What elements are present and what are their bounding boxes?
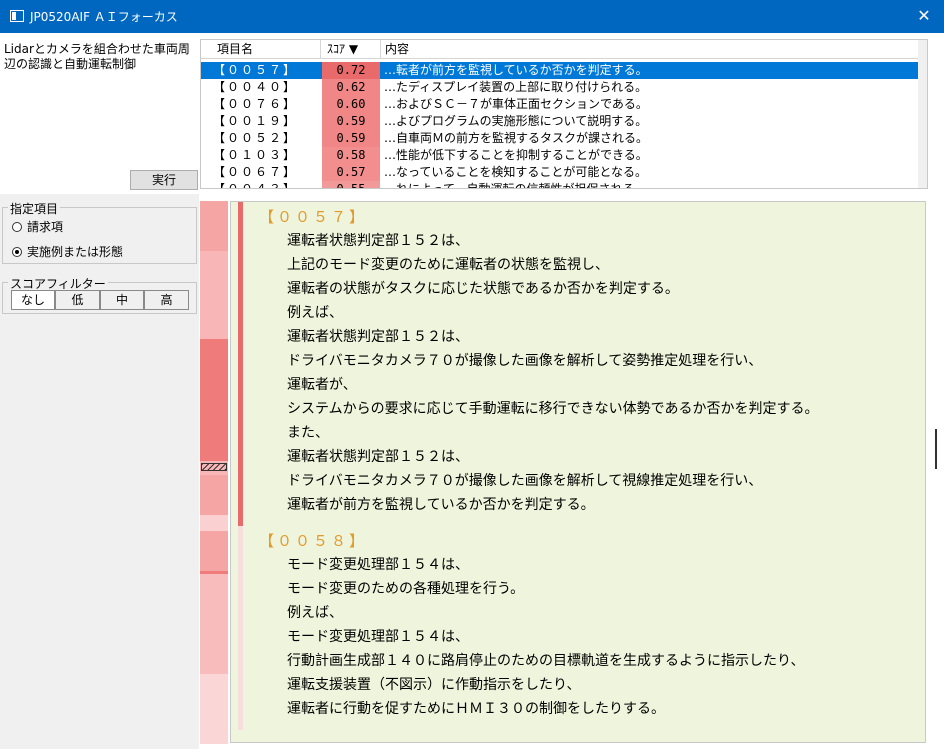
paragraph-line: 運転支援装置（不図示）に作動指示をしたり、 bbox=[287, 677, 581, 693]
paragraph-line: モード変更のための各種処理を行う。 bbox=[287, 581, 525, 597]
row-content: …なっていることを検知することが可能となる。 bbox=[384, 165, 648, 179]
paragraph-line: システムからの要求に応じて手動運転に移行できない体勢であるか否かを判定する。 bbox=[287, 401, 819, 417]
radio-embodiment-dot[interactable] bbox=[12, 247, 22, 257]
row-item-id: 【０１０３】 bbox=[213, 148, 298, 162]
list-row[interactable]: 【００５２】 0.59 …自車両Ｍの前方を監視するタスクが課される。 bbox=[201, 130, 919, 147]
left-panel: 指定項目 請求項 実施例または形態 スコアフィルター なし 低 中 高 bbox=[0, 194, 199, 749]
row-score: 0.57 bbox=[322, 164, 380, 181]
heatmap-position-marker[interactable] bbox=[201, 463, 227, 471]
title-bar: JP0520AIF ＡＩフォーカス ✕ bbox=[0, 0, 944, 33]
paragraph-score-bar bbox=[238, 202, 243, 526]
paragraph-line: 運転者状態判定部１５２は、 bbox=[287, 329, 469, 345]
radio-claims-dot[interactable] bbox=[12, 222, 22, 232]
list-row[interactable]: 【０１０３】 0.58 …性能が低下することを抑制することができる。 bbox=[201, 147, 919, 164]
row-score: 0.59 bbox=[322, 113, 380, 130]
list-row[interactable]: 【００４０】 0.62 …たディスプレイ装置の上部に取り付けられる。 bbox=[201, 79, 919, 96]
paragraph-line: 運転者状態判定部１５２は、 bbox=[287, 233, 469, 249]
paragraph-score-bar bbox=[238, 526, 243, 730]
row-content: …性能が低下することを抑制することができる。 bbox=[384, 148, 648, 162]
window-title: JP0520AIF ＡＩフォーカス bbox=[30, 10, 178, 24]
row-score: 0.59 bbox=[322, 130, 380, 147]
app-icon bbox=[10, 10, 24, 22]
paragraph-line: ドライバモニタカメラ７０が撮像した画像を解析して視線推定処理を行い、 bbox=[287, 473, 763, 489]
score-heatmap-bar[interactable] bbox=[200, 201, 228, 744]
paragraph-line: モード変更処理部１５４は、 bbox=[287, 557, 469, 573]
spec-group-title: 指定項目 bbox=[8, 200, 61, 217]
result-list[interactable]: 項目名 ｽｺｱ ▼ 内容 【００５７】 0.72 …転者が前方を監視しているか否かを… bbox=[200, 39, 928, 189]
document-view[interactable]: 【００５７】 運転者状態判定部１５２は、 上記のモード変更のために運転者の状態を監視… bbox=[230, 201, 926, 743]
list-scrollbar[interactable] bbox=[918, 40, 927, 188]
list-row[interactable]: 【００６７】 0.57 …なっていることを検知することが可能となる。 bbox=[201, 164, 919, 181]
row-content: …およびＳＣ－７が車体正面セクションである。 bbox=[384, 97, 648, 111]
row-score: 0.72 bbox=[322, 62, 380, 79]
document-scrollbar[interactable] bbox=[928, 201, 944, 743]
paragraph-line: 運転者に行動を促すためにＨＭＩ３０の制御をしたりする。 bbox=[287, 701, 665, 717]
heatmap-segment bbox=[200, 515, 228, 531]
paragraph-number: 【００５７】 bbox=[259, 208, 368, 226]
filter-mid-button[interactable]: 中 bbox=[100, 290, 144, 310]
row-item-id: 【００５７】 bbox=[213, 63, 298, 77]
header-item[interactable]: 項目名 bbox=[201, 40, 321, 58]
heatmap-segment bbox=[200, 339, 228, 461]
list-row[interactable]: 【００５７】 0.72 …転者が前方を監視しているか否かを判定する。 bbox=[201, 62, 919, 79]
row-score: 0.58 bbox=[322, 147, 380, 164]
paragraph-line: モード変更処理部１５４は、 bbox=[287, 629, 469, 645]
row-content: …よびプログラムの実施形態について説明する。 bbox=[384, 114, 648, 128]
row-item-id: 【００１９】 bbox=[213, 114, 298, 128]
row-score: 0.55 bbox=[322, 181, 380, 188]
paragraph-line: 例えば、 bbox=[287, 605, 343, 621]
paragraph-line: 行動計画生成部１４０に路肩停止のための目標軌道を生成するように指示したり、 bbox=[287, 653, 805, 669]
run-button[interactable]: 実行 bbox=[130, 170, 198, 190]
paragraph-line: 運転者が前方を監視しているか否かを判定する。 bbox=[287, 497, 595, 513]
heatmap-segment bbox=[200, 531, 228, 571]
paragraph-line: 例えば、 bbox=[287, 305, 343, 321]
radio-claims[interactable]: 請求項 bbox=[12, 218, 63, 235]
list-header: 項目名 ｽｺｱ ▼ 内容 bbox=[201, 40, 919, 59]
list-row[interactable]: 【００４３】 0.55 …れによって、自動運転の信頼性が担保される。 bbox=[201, 181, 919, 189]
filter-low-button[interactable]: 低 bbox=[55, 290, 100, 310]
row-content: …れによって、自動運転の信頼性が担保される。 bbox=[384, 182, 647, 189]
radio-claims-label: 請求項 bbox=[27, 220, 64, 234]
row-item-id: 【００４３】 bbox=[213, 182, 298, 189]
heatmap-segment bbox=[200, 574, 228, 674]
paragraph-line: また、 bbox=[287, 425, 329, 441]
heatmap-segment bbox=[200, 674, 228, 744]
filter-none-button[interactable]: なし bbox=[11, 290, 55, 310]
query-text-area[interactable]: Lidarとカメラを組合わせた車両周辺の認識と自動運転制御 bbox=[2, 39, 199, 169]
list-row[interactable]: 【００１９】 0.59 …よびプログラムの実施形態について説明する。 bbox=[201, 113, 919, 130]
row-score: 0.60 bbox=[322, 96, 380, 113]
radio-embodiment[interactable]: 実施例または形態 bbox=[12, 243, 123, 260]
row-item-id: 【００４０】 bbox=[213, 80, 298, 94]
row-score: 0.62 bbox=[322, 79, 380, 96]
row-content: …自車両Ｍの前方を監視するタスクが課される。 bbox=[384, 131, 649, 145]
scroll-thumb[interactable] bbox=[935, 429, 937, 469]
radio-embodiment-label: 実施例または形態 bbox=[27, 245, 124, 259]
row-content: …たディスプレイ装置の上部に取り付けられる。 bbox=[384, 80, 648, 94]
close-icon[interactable]: ✕ bbox=[910, 3, 938, 29]
paragraph-number: 【００５８】 bbox=[259, 532, 368, 550]
row-item-id: 【００６７】 bbox=[213, 165, 298, 179]
heatmap-segment bbox=[200, 475, 228, 515]
paragraph-line: 運転者状態判定部１５２は、 bbox=[287, 449, 469, 465]
row-item-id: 【００５２】 bbox=[213, 131, 298, 145]
header-score[interactable]: ｽｺｱ ▼ bbox=[321, 40, 381, 58]
paragraph-line: 運転者の状態がタスクに応じた状態であるか否かを判定する。 bbox=[287, 281, 679, 297]
paragraph-line: ドライバモニタカメラ７０が撮像した画像を解析して姿勢推定処理を行い、 bbox=[287, 353, 763, 369]
header-content[interactable]: 内容 bbox=[381, 40, 919, 58]
filter-high-button[interactable]: 高 bbox=[144, 290, 189, 310]
row-item-id: 【００７６】 bbox=[213, 97, 298, 111]
paragraph-line: 上記のモード変更のために運転者の状態を監視し、 bbox=[287, 257, 609, 273]
heatmap-segment bbox=[200, 251, 228, 339]
paragraph-line: 運転者が、 bbox=[287, 377, 357, 393]
row-content: …転者が前方を監視しているか否かを判定する。 bbox=[384, 63, 648, 77]
heatmap-segment bbox=[200, 201, 228, 251]
list-row[interactable]: 【００７６】 0.60 …およびＳＣ－７が車体正面セクションである。 bbox=[201, 96, 919, 113]
